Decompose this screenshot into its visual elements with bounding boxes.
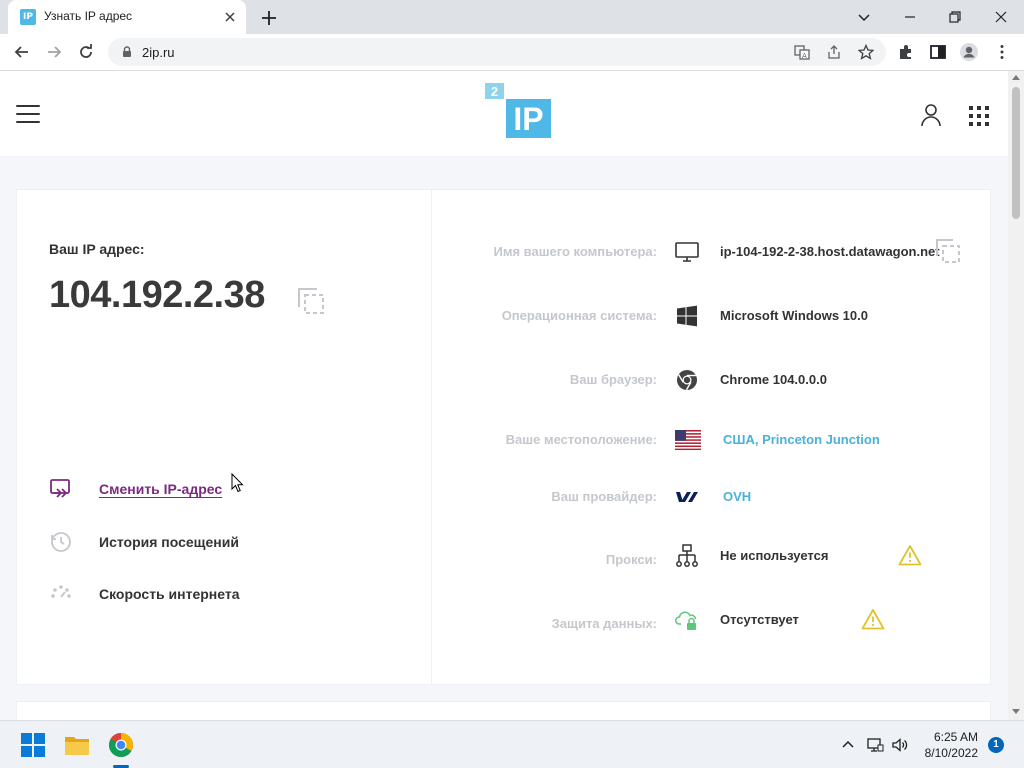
monitor-icon [675, 242, 699, 262]
ovh-icon [676, 492, 698, 502]
copy-icon[interactable] [297, 287, 325, 315]
provider-label: Ваш провайдер: [551, 489, 657, 504]
forward-icon[interactable] [44, 42, 64, 62]
translate-icon[interactable]: A [794, 44, 810, 60]
back-icon[interactable] [12, 42, 32, 62]
file-explorer-icon[interactable] [63, 731, 91, 759]
browser-value: Chrome 104.0.0.0 [720, 372, 827, 387]
url-text[interactable]: 2ip.ru [142, 45, 175, 60]
system-clock[interactable]: 6:25 AM 8/10/2022 [910, 729, 978, 761]
tab-close-icon[interactable] [222, 9, 238, 25]
hostname-value: ip-104-192-2-38.host.datawagon.net [720, 244, 940, 259]
secondary-card [16, 701, 991, 720]
us-flag-icon [675, 430, 701, 450]
warning-icon[interactable] [861, 608, 885, 630]
clock-time: 6:25 AM [933, 730, 978, 744]
speed-action[interactable]: Скорость интернета [49, 582, 349, 606]
show-hidden-icons-chevron-icon[interactable] [839, 736, 857, 754]
browser-label: Ваш браузер: [569, 372, 657, 387]
extensions-icon[interactable] [896, 42, 916, 62]
new-tab-icon[interactable] [258, 7, 280, 29]
page-scrollbar[interactable] [1008, 71, 1024, 720]
page-content: 2 IP Ваш IP адрес: 104.192.2.38 Сменить … [0, 71, 1008, 720]
network-icon [676, 544, 698, 567]
history-link[interactable]: История посещений [99, 534, 239, 550]
info-row-browser: Ваш браузер: Chrome 104.0.0.0 [433, 366, 992, 394]
warning-icon[interactable] [898, 544, 922, 566]
data-protection-label: Защита данных: [551, 616, 657, 631]
mouse-cursor-icon [231, 473, 244, 493]
os-label: Операционная система: [501, 308, 657, 323]
browser-menu-icon[interactable] [992, 42, 1012, 62]
copy-hostname-icon[interactable] [935, 238, 961, 264]
clock-date: 8/10/2022 [924, 746, 978, 760]
os-value: Microsoft Windows 10.0 [720, 308, 868, 323]
tab-search-chevron-icon[interactable] [853, 6, 875, 28]
details-panel: Имя вашего компьютера: ip-104-192-2-38.h… [433, 190, 992, 686]
ip-label: Ваш IP адрес: [49, 241, 145, 257]
change-ip-link[interactable]: Сменить IP-адрес [99, 481, 222, 497]
info-row-data-protection: Защита данных: Отсутствует [433, 606, 992, 634]
scroll-down-arrow-icon[interactable] [1012, 709, 1020, 714]
notification-badge[interactable]: 1 [988, 737, 1004, 753]
reload-icon[interactable] [76, 42, 96, 62]
info-row-proxy: Прокси: Не используется [433, 542, 992, 570]
tab-bar: IP Узнать IP адрес [0, 0, 1024, 34]
close-window-icon[interactable] [990, 6, 1012, 28]
speed-icon [51, 585, 71, 598]
ip-panel: Ваш IP адрес: 104.192.2.38 Сменить IP-ад… [17, 190, 432, 686]
share-icon[interactable] [826, 44, 842, 60]
provider-value[interactable]: OVH [723, 489, 751, 504]
apps-grid-icon[interactable] [968, 105, 990, 127]
user-icon[interactable] [920, 103, 942, 127]
tab-favicon-icon: IP [20, 9, 36, 25]
network-tray-icon[interactable] [866, 736, 884, 754]
ip-info-card: Ваш IP адрес: 104.192.2.38 Сменить IP-ад… [16, 189, 992, 686]
address-bar[interactable]: 2ip.ru A [108, 38, 886, 66]
info-row-os: Операционная система: Microsoft Windows … [433, 302, 992, 330]
tab-title: Узнать IP адрес [44, 9, 133, 23]
scrollbar-thumb[interactable] [1012, 87, 1020, 219]
restore-icon[interactable] [944, 6, 966, 28]
logo-badge-text: 2 [491, 84, 498, 99]
bookmark-star-icon[interactable] [858, 44, 874, 60]
chrome-icon [677, 370, 697, 391]
data-protection-value: Отсутствует [720, 612, 799, 627]
windows-start-icon[interactable] [19, 731, 47, 759]
browser-tab[interactable]: IP Узнать IP адрес [8, 0, 246, 34]
volume-icon[interactable] [891, 736, 909, 754]
ip-address-value[interactable]: 104.192.2.38 [49, 274, 265, 317]
info-row-location: Ваше местоположение: США, Princeton Junc… [433, 426, 992, 454]
speed-link[interactable]: Скорость интернета [99, 586, 240, 602]
proxy-value: Не используется [720, 548, 829, 563]
profile-avatar-icon[interactable] [959, 42, 979, 62]
windows-icon [677, 305, 697, 327]
taskbar: 6:25 AM 8/10/2022 1 [0, 720, 1024, 768]
info-row-provider: Ваш провайдер: OVH [433, 483, 992, 511]
change-ip-action[interactable]: Сменить IP-адрес [49, 477, 349, 501]
hostname-label: Имя вашего компьютера: [493, 244, 657, 259]
side-panel-icon[interactable] [928, 42, 948, 62]
chrome-taskbar-icon[interactable] [107, 731, 135, 759]
svg-text:A: A [802, 52, 807, 60]
browser-toolbar: 2ip.ru A [0, 34, 1024, 71]
change-ip-icon [50, 479, 70, 498]
site-header: 2 IP [0, 71, 1008, 156]
minimize-icon[interactable] [899, 6, 921, 28]
lock-icon[interactable] [120, 45, 134, 59]
proxy-label: Прокси: [605, 552, 657, 567]
history-icon [51, 532, 71, 552]
site-logo[interactable]: 2 IP [485, 82, 553, 140]
history-action[interactable]: История посещений [49, 530, 349, 554]
info-row-hostname: Имя вашего компьютера: ip-104-192-2-38.h… [433, 238, 992, 266]
scroll-up-arrow-icon[interactable] [1012, 75, 1020, 80]
cloud-lock-icon [675, 611, 697, 630]
location-value[interactable]: США, Princeton Junction [723, 432, 880, 447]
hamburger-menu-icon[interactable] [16, 105, 40, 123]
location-label: Ваше местоположение: [505, 432, 657, 447]
logo-text: IP [513, 101, 543, 137]
